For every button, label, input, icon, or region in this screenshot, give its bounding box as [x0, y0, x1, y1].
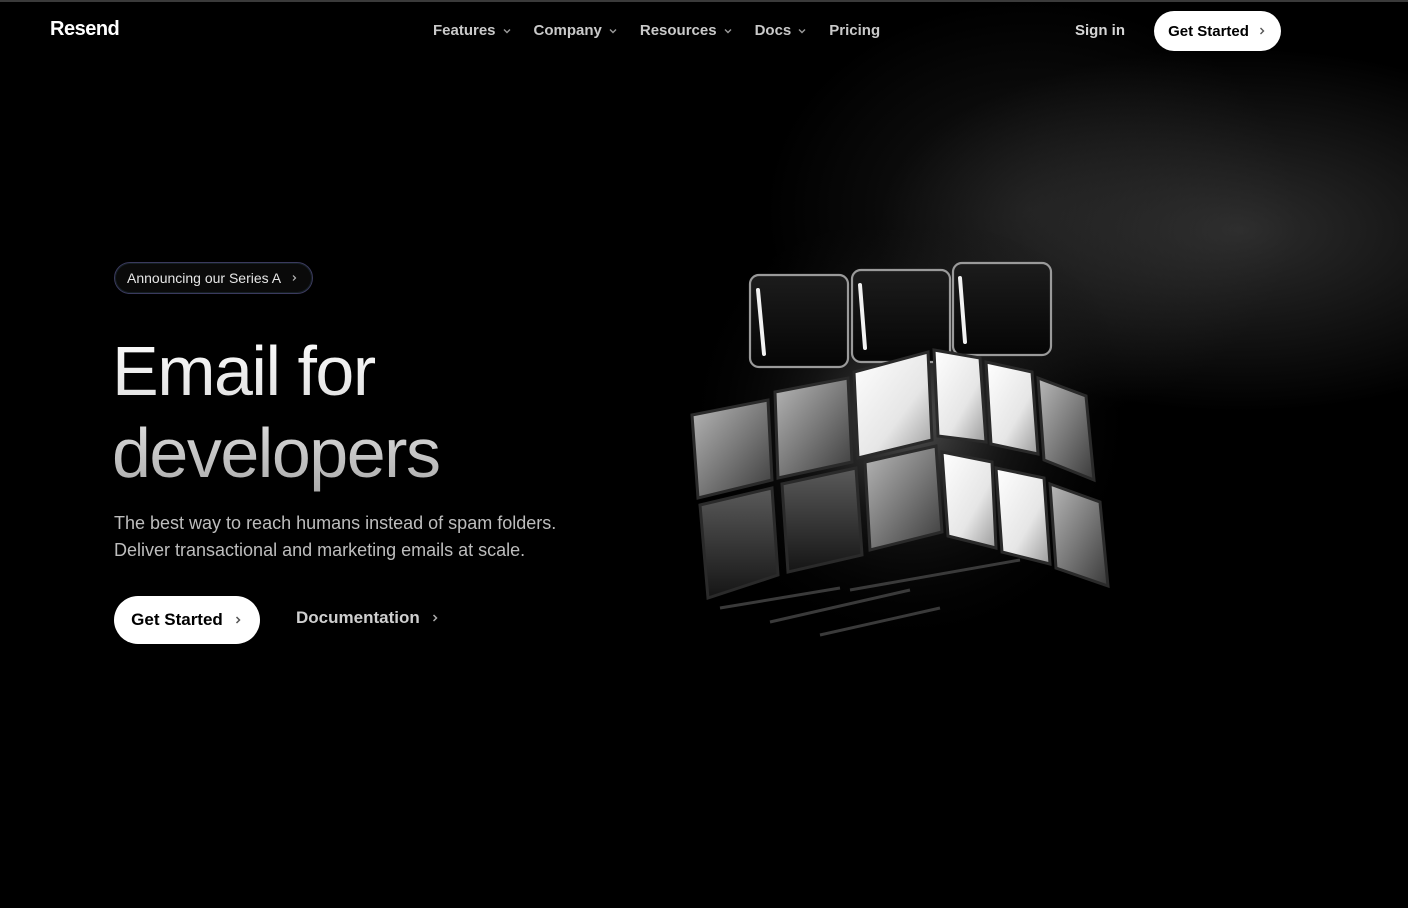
headline-line-2: developers	[112, 414, 440, 492]
nav-item-resources[interactable]: Resources	[640, 22, 733, 39]
nav-item-label: Docs	[754, 22, 792, 39]
button-label: Get Started	[131, 610, 223, 629]
announcement-badge[interactable]: Announcing our Series A	[114, 262, 314, 294]
button-label: Get Started	[1168, 22, 1249, 40]
chevron-right-icon	[292, 275, 297, 281]
chevron-right-icon	[432, 614, 438, 622]
nav-item-label: Pricing	[829, 22, 881, 39]
main-nav: Features Company Resources Docs Pricing	[433, 22, 902, 39]
chevron-right-icon	[1259, 27, 1265, 35]
subtitle-line-2: Deliver transactional and marketing emai…	[114, 540, 526, 560]
announcement-label: Announcing our Series A	[127, 270, 282, 286]
nav-item-label: Features	[433, 22, 496, 39]
logo[interactable]: Resend	[50, 18, 120, 41]
page-title: Email for developers	[112, 330, 672, 494]
nav-item-docs[interactable]: Docs	[755, 22, 808, 39]
nav-item-label: Company	[533, 22, 602, 39]
chevron-right-icon	[235, 616, 241, 624]
rubiks-cube-graphic	[670, 230, 1150, 640]
nav-item-company[interactable]: Company	[534, 22, 618, 39]
hero-subtitle: The best way to reach humans instead of …	[114, 510, 634, 564]
chevron-down-icon	[609, 28, 617, 33]
sign-in-link[interactable]: Sign in	[1075, 22, 1125, 39]
documentation-link[interactable]: Documentation	[296, 608, 440, 628]
header-get-started-button[interactable]: Get Started	[1154, 11, 1281, 51]
nav-item-features[interactable]: Features	[433, 22, 512, 39]
chevron-down-icon	[798, 28, 806, 33]
nav-item-label: Resources	[639, 22, 717, 39]
get-started-button[interactable]: Get Started	[114, 596, 260, 644]
subtitle-line-1: The best way to reach humans instead of …	[114, 513, 557, 533]
landing-page: Resend Features Company Resources Docs P…	[0, 0, 1408, 908]
headline-line-1: Email for	[112, 332, 375, 410]
link-label: Documentation	[296, 608, 420, 627]
chevron-down-icon	[503, 28, 511, 33]
nav-item-pricing[interactable]: Pricing	[829, 22, 880, 39]
chevron-down-icon	[724, 28, 732, 33]
top-border	[0, 0, 1408, 2]
